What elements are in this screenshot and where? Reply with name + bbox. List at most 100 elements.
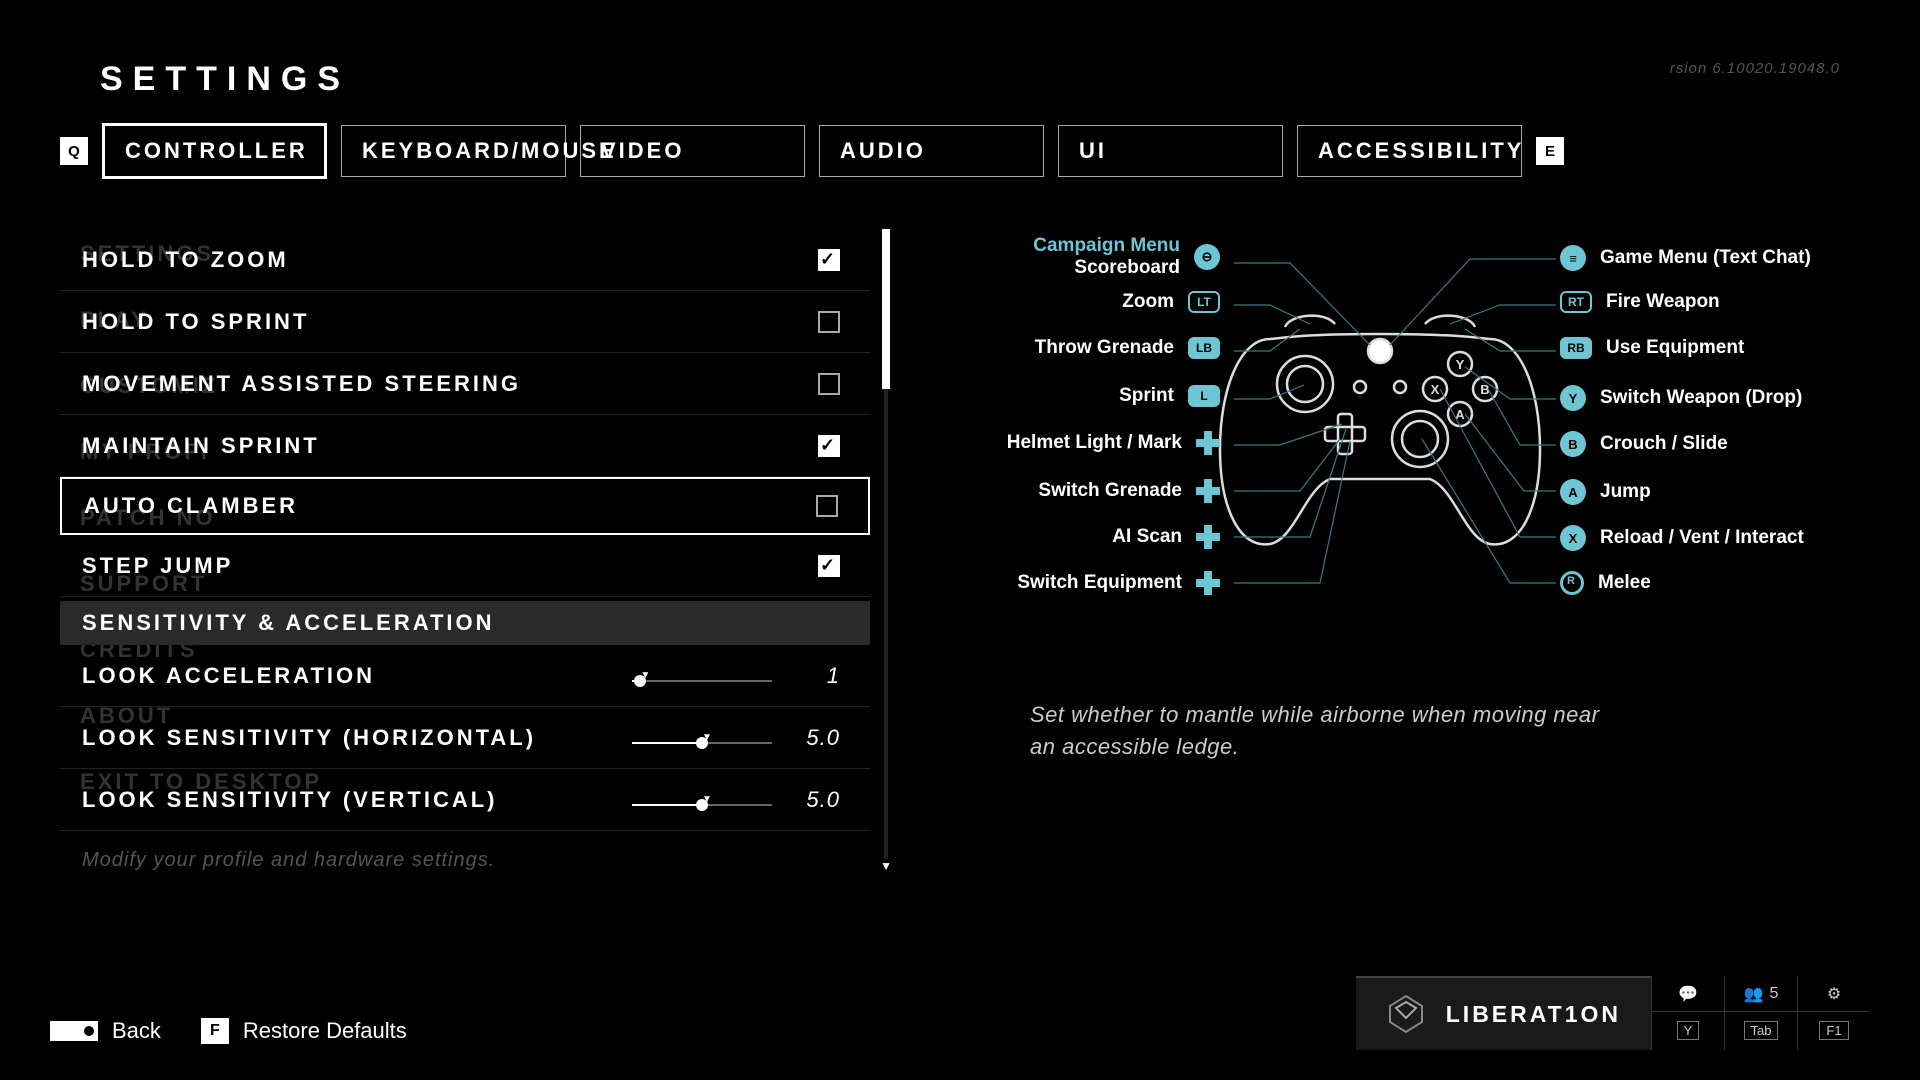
section-sensitivity: SENSITIVITY & ACCELERATION xyxy=(60,601,870,645)
slider-track[interactable]: ▼ xyxy=(632,794,772,806)
mapping-label: Jump xyxy=(1600,481,1651,503)
f-key-icon: F xyxy=(201,1018,229,1044)
slider-label: LOOK SENSITIVITY (HORIZONTAL) xyxy=(82,725,632,751)
trigger-icon: RT xyxy=(1560,291,1592,313)
dpad-icon xyxy=(1196,571,1220,595)
settings-button[interactable]: ⚙ xyxy=(1798,976,1870,1012)
mapping-item: BCrouch / Slide xyxy=(1560,431,1728,457)
dpad-icon xyxy=(1196,431,1220,455)
option-label: AUTO CLAMBER xyxy=(84,493,298,519)
slider-row[interactable]: LOOK SENSITIVITY (VERTICAL)▼5.0 xyxy=(60,769,870,831)
chat-icon: 💬 xyxy=(1678,984,1698,1004)
chat-button[interactable]: 💬 xyxy=(1652,976,1724,1012)
option-label: MAINTAIN SPRINT xyxy=(82,433,320,459)
tab-accessibility[interactable]: ACCESSIBILITY xyxy=(1297,125,1522,177)
bumper-icon: LB xyxy=(1188,337,1220,359)
gear-icon: ⚙ xyxy=(1827,984,1841,1004)
version-text: rsion 6.10020.19048.0 xyxy=(1670,60,1840,77)
option-row[interactable]: AUTO CLAMBER xyxy=(60,477,870,535)
option-checkbox[interactable] xyxy=(818,435,840,457)
button-glyph-icon: A xyxy=(1560,479,1586,505)
people-icon: 👥 xyxy=(1744,984,1764,1004)
mapping-label: Switch Grenade xyxy=(1038,480,1182,502)
option-checkbox[interactable] xyxy=(818,311,840,333)
scrollbar-thumb[interactable] xyxy=(882,229,890,389)
mapping-item: Switch Equipment xyxy=(1017,571,1220,595)
scroll-down-icon[interactable]: ▼ xyxy=(880,859,892,873)
mapping-label: Fire Weapon xyxy=(1606,291,1720,313)
option-row[interactable]: MOVEMENT ASSISTED STEERING xyxy=(60,353,870,415)
option-checkbox[interactable] xyxy=(818,249,840,271)
player-card[interactable]: LIBERAT1ON 💬 Y 👥5 Tab ⚙ F1 xyxy=(1356,976,1870,1050)
tab-controller[interactable]: CONTROLLER xyxy=(102,123,327,179)
mapping-label: Use Equipment xyxy=(1606,337,1744,359)
mapping-item: Helmet Light / Mark xyxy=(1007,431,1220,455)
option-label: HOLD TO ZOOM xyxy=(82,247,289,273)
page-title: SETTINGS xyxy=(100,60,1860,99)
settings-key: F1 xyxy=(1819,1021,1848,1040)
mapping-label: Zoom xyxy=(1122,291,1174,313)
option-checkbox[interactable] xyxy=(816,495,838,517)
mapping-label: Melee xyxy=(1598,572,1651,594)
mapping-item: X Reload / Vent / Interact xyxy=(1560,525,1804,551)
bumper-icon: L xyxy=(1188,385,1220,407)
mapping-item: A Jump xyxy=(1560,479,1651,505)
mapping-item: AI Scan xyxy=(1112,525,1220,549)
social-key: Tab xyxy=(1744,1021,1779,1040)
mapping-item: Campaign MenuScoreboard⊖ xyxy=(1033,235,1220,279)
slider-track[interactable]: ▼ xyxy=(632,732,772,744)
button-glyph-icon: ≡ xyxy=(1560,245,1586,271)
bumper-icon: RB xyxy=(1560,337,1592,359)
chat-key: Y xyxy=(1677,1021,1700,1040)
player-emblem-icon xyxy=(1386,994,1426,1034)
button-glyph-icon: X xyxy=(1560,525,1586,551)
mapping-item: Sprint L xyxy=(1119,385,1220,407)
social-button[interactable]: 👥5 xyxy=(1725,976,1797,1012)
option-checkbox[interactable] xyxy=(818,373,840,395)
footer-bar: Back F Restore Defaults xyxy=(50,1018,407,1044)
slider-row[interactable]: LOOK SENSITIVITY (HORIZONTAL)▼ 5.0 xyxy=(60,707,870,769)
dpad-icon xyxy=(1196,525,1220,549)
panel-hint: Modify your profile and hardware setting… xyxy=(82,849,870,872)
mapping-label: Switch Weapon (Drop) xyxy=(1600,387,1802,409)
option-row[interactable]: MAINTAIN SPRINT xyxy=(60,415,870,477)
mapping-item: Throw GrenadeLB xyxy=(1035,337,1220,359)
restore-defaults-button[interactable]: F Restore Defaults xyxy=(201,1018,407,1044)
mapping-sublabel: Scoreboard xyxy=(1033,257,1180,279)
option-row[interactable]: HOLD TO ZOOM xyxy=(60,229,870,291)
mapping-label: Crouch / Slide xyxy=(1600,433,1728,455)
dpad-icon xyxy=(1196,479,1220,503)
button-glyph-icon: Y xyxy=(1560,385,1586,411)
svg-text:Y: Y xyxy=(1456,357,1465,372)
option-checkbox[interactable] xyxy=(818,555,840,577)
controller-diagram: Y B A X xyxy=(910,229,1830,629)
tab-bar: Q CONTROLLER KEYBOARD/MOUSE VIDEO AUDIO … xyxy=(60,123,1860,179)
mapping-item: ZoomLT xyxy=(1122,291,1220,313)
slider-track[interactable]: ▼ xyxy=(632,670,772,682)
mapping-label: Reload / Vent / Interact xyxy=(1600,527,1804,549)
option-label: HOLD TO SPRINT xyxy=(82,309,309,335)
tab-audio[interactable]: AUDIO xyxy=(819,125,1044,177)
mapping-label: Sprint xyxy=(1119,385,1174,407)
slider-row[interactable]: LOOK ACCELERATION▼1 xyxy=(60,645,870,707)
tab-video[interactable]: VIDEO xyxy=(580,125,805,177)
mapping-label: Game Menu (Text Chat) xyxy=(1600,247,1811,269)
right-stick-icon xyxy=(1560,571,1584,595)
button-glyph-icon: ⊖ xyxy=(1194,244,1220,270)
tab-ui[interactable]: UI xyxy=(1058,125,1283,177)
options-panel: SETTINGS PLAY CUSTOMIZ MY PROFI PATCH NO… xyxy=(60,229,870,872)
tab-next-key[interactable]: E xyxy=(1536,137,1564,165)
tab-prev-key[interactable]: Q xyxy=(60,137,88,165)
tab-keyboard-mouse[interactable]: KEYBOARD/MOUSE xyxy=(341,125,566,177)
slider-label: LOOK ACCELERATION xyxy=(82,663,632,689)
mapping-item: Melee xyxy=(1560,571,1651,595)
slider-value: 5.0 xyxy=(790,725,840,751)
option-row[interactable]: HOLD TO SPRINT xyxy=(60,291,870,353)
slider-value: 5.0 xyxy=(790,787,840,813)
option-row[interactable]: STEP JUMP xyxy=(60,535,870,597)
mapping-item: Y Switch Weapon (Drop) xyxy=(1560,385,1802,411)
mapping-label: Helmet Light / Mark xyxy=(1007,432,1182,454)
svg-text:B: B xyxy=(1480,382,1489,397)
back-button[interactable]: Back xyxy=(50,1018,161,1044)
mapping-label: AI Scan xyxy=(1112,526,1182,548)
